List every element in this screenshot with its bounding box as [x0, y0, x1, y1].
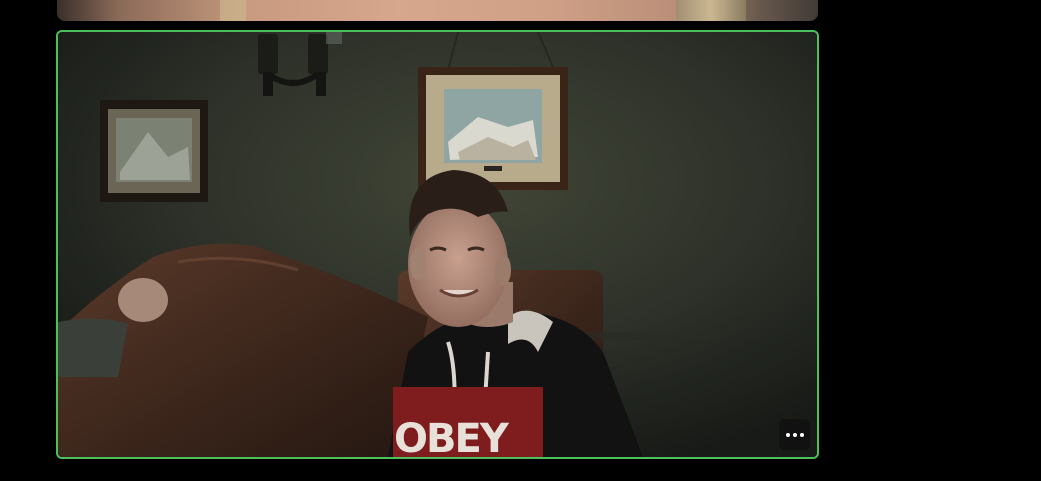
hoodie-print: OBEY: [394, 416, 510, 457]
video-frame-detail: [676, 0, 746, 21]
more-horizontal-icon-dot: [799, 432, 804, 437]
video-grid: OBEY: [0, 0, 1041, 481]
video-frame-detail: [220, 0, 246, 21]
participant-video-feed: OBEY: [58, 32, 817, 457]
participant-video-tile-active[interactable]: OBEY: [56, 30, 819, 459]
more-options-button[interactable]: [779, 419, 810, 450]
more-horizontal-icon: [785, 432, 790, 437]
participant-video-tile-top[interactable]: [57, 0, 818, 21]
more-horizontal-icon-dot: [792, 432, 797, 437]
